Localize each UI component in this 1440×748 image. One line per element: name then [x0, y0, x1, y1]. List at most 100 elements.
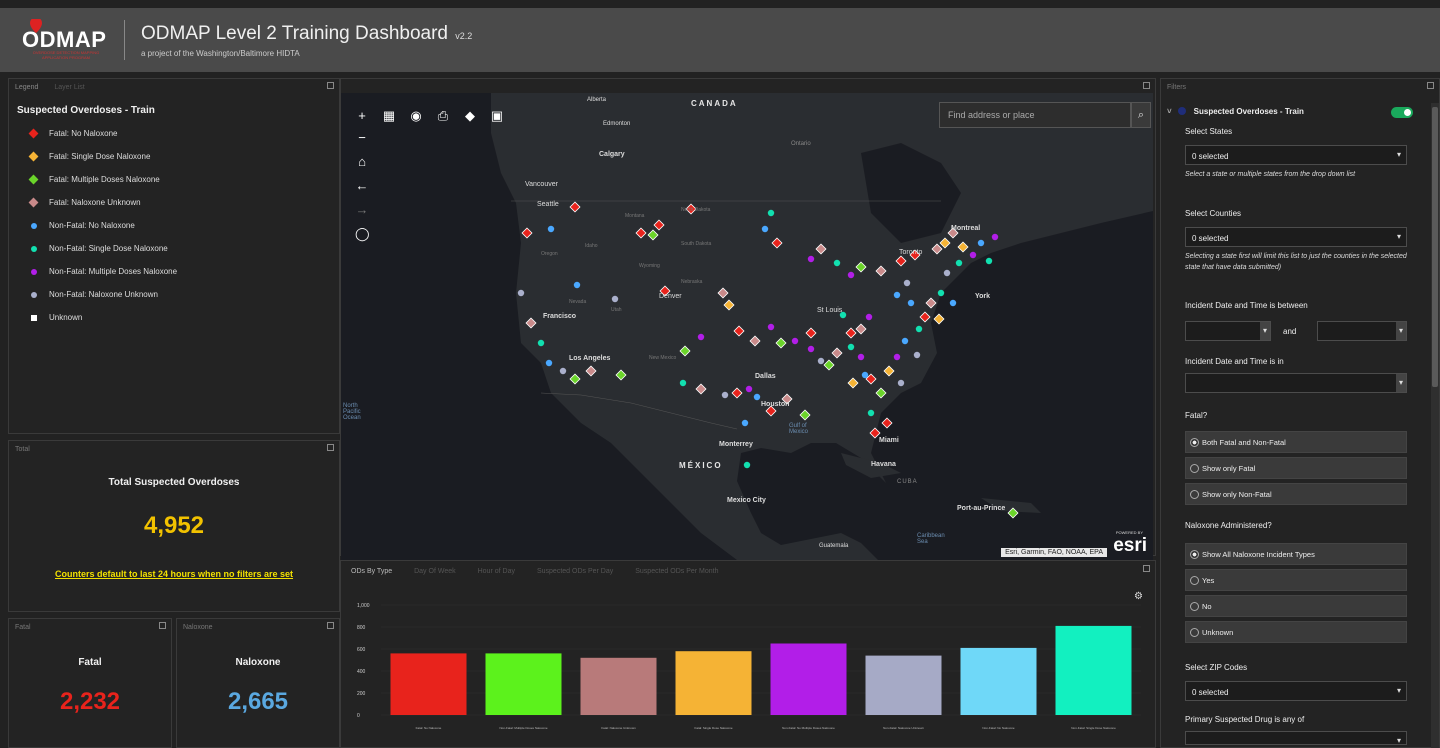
- fatal-option-nonfatal[interactable]: Show only Non-Fatal: [1185, 483, 1407, 505]
- incident-marker[interactable]: [895, 255, 907, 267]
- incident-marker[interactable]: [653, 219, 665, 231]
- incident-marker[interactable]: [749, 335, 761, 347]
- maximize-icon[interactable]: [327, 82, 334, 89]
- incident-marker[interactable]: [1007, 507, 1019, 519]
- incident-marker[interactable]: [815, 243, 827, 255]
- tab-ods-per-month[interactable]: Suspected ODs Per Month: [635, 568, 718, 575]
- chart-bar[interactable]: [865, 655, 942, 715]
- chart-bar[interactable]: [580, 657, 657, 715]
- fatal-option-both[interactable]: Both Fatal and Non-Fatal: [1185, 431, 1407, 453]
- incident-marker[interactable]: [717, 287, 729, 299]
- incident-marker[interactable]: [569, 373, 581, 385]
- incident-marker[interactable]: [635, 227, 647, 239]
- map-search-input[interactable]: Find address or place: [939, 102, 1131, 128]
- incident-marker[interactable]: [985, 257, 993, 265]
- basemap-gallery-icon[interactable]: ▦: [382, 109, 396, 123]
- chevron-down-icon[interactable]: ˅: [1167, 107, 1172, 116]
- tab-ods-per-day[interactable]: Suspected ODs Per Day: [537, 568, 613, 575]
- incident-marker[interactable]: [925, 297, 937, 309]
- incident-marker[interactable]: [855, 323, 867, 335]
- incident-marker[interactable]: [897, 379, 905, 387]
- incident-marker[interactable]: [855, 261, 867, 273]
- incident-marker[interactable]: [943, 269, 951, 277]
- chart-bar[interactable]: [390, 653, 467, 715]
- incident-marker[interactable]: [723, 299, 735, 311]
- incident-marker[interactable]: [569, 201, 581, 213]
- zoom-in-icon[interactable]: +: [355, 109, 369, 123]
- date-start-input[interactable]: [1185, 321, 1271, 341]
- incident-marker[interactable]: [977, 239, 985, 247]
- incident-marker[interactable]: [875, 265, 887, 277]
- maximize-icon[interactable]: [159, 622, 166, 629]
- incident-marker[interactable]: [847, 377, 859, 389]
- incident-marker[interactable]: [679, 345, 691, 357]
- tab-layer-list[interactable]: Layer List: [54, 84, 84, 91]
- incident-marker[interactable]: [833, 259, 841, 267]
- incident-marker[interactable]: [847, 343, 855, 351]
- incident-marker[interactable]: [875, 387, 887, 399]
- incident-marker[interactable]: [823, 359, 835, 371]
- incident-marker[interactable]: [771, 237, 783, 249]
- incident-marker[interactable]: [915, 325, 923, 333]
- share-icon[interactable]: ▣: [490, 109, 504, 123]
- zoom-out-icon[interactable]: −: [355, 131, 369, 145]
- incident-marker[interactable]: [881, 417, 893, 429]
- search-icon[interactable]: ⌕: [1131, 102, 1151, 128]
- date-in-dropdown[interactable]: [1185, 373, 1407, 393]
- incident-marker[interactable]: [861, 371, 869, 379]
- forward-arrow-icon[interactable]: →: [355, 203, 369, 217]
- incident-marker[interactable]: [525, 317, 537, 329]
- incident-marker[interactable]: [991, 233, 999, 241]
- incident-marker[interactable]: [585, 365, 597, 377]
- maximize-icon[interactable]: [1143, 565, 1150, 572]
- incident-marker[interactable]: [957, 241, 969, 253]
- tab-legend[interactable]: Legend: [15, 84, 38, 91]
- naloxone-option-no[interactable]: No: [1185, 595, 1407, 617]
- incident-marker[interactable]: [559, 367, 567, 375]
- chart-bar[interactable]: [960, 647, 1037, 715]
- naloxone-option-all[interactable]: Show All Naloxone Incident Types: [1185, 543, 1407, 565]
- incident-marker[interactable]: [615, 369, 627, 381]
- incident-marker[interactable]: [745, 385, 753, 393]
- print-icon[interactable]: ⎙: [436, 109, 450, 123]
- drug-dropdown[interactable]: [1185, 731, 1407, 745]
- counter-default-link[interactable]: Counters default to last 24 hours when n…: [39, 568, 309, 580]
- measure-icon[interactable]: ◆: [463, 109, 477, 123]
- incident-marker[interactable]: [611, 295, 619, 303]
- incident-marker[interactable]: [831, 347, 843, 359]
- maximize-icon[interactable]: [327, 622, 334, 629]
- incident-marker[interactable]: [817, 357, 825, 365]
- back-arrow-icon[interactable]: ←: [355, 179, 369, 193]
- incident-marker[interactable]: [865, 313, 873, 321]
- incident-marker[interactable]: [867, 409, 875, 417]
- incident-marker[interactable]: [845, 327, 857, 339]
- incident-marker[interactable]: [883, 365, 895, 377]
- incident-marker[interactable]: [521, 227, 533, 239]
- incident-marker[interactable]: [847, 271, 855, 279]
- incident-marker[interactable]: [767, 323, 775, 331]
- incident-marker[interactable]: [767, 209, 775, 217]
- incident-marker[interactable]: [679, 379, 687, 387]
- incident-marker[interactable]: [697, 333, 705, 341]
- incident-marker[interactable]: [903, 279, 911, 287]
- incident-marker[interactable]: [741, 419, 749, 427]
- locate-icon[interactable]: ◯: [355, 227, 370, 241]
- layer-icon[interactable]: ◉: [409, 109, 423, 123]
- tab-hour-of-day[interactable]: Hour of Day: [478, 568, 515, 575]
- incident-marker[interactable]: [731, 387, 743, 399]
- naloxone-option-yes[interactable]: Yes: [1185, 569, 1407, 591]
- incident-marker[interactable]: [901, 337, 909, 345]
- incident-marker[interactable]: [931, 243, 943, 255]
- incident-marker[interactable]: [799, 409, 811, 421]
- home-icon[interactable]: ⌂: [355, 155, 369, 169]
- incident-marker[interactable]: [893, 353, 901, 361]
- incident-marker[interactable]: [807, 345, 815, 353]
- incident-marker[interactable]: [721, 391, 729, 399]
- incident-marker[interactable]: [893, 291, 901, 299]
- maximize-icon[interactable]: [327, 444, 334, 451]
- incident-marker[interactable]: [807, 255, 815, 263]
- incident-marker[interactable]: [647, 229, 659, 241]
- incident-marker[interactable]: [969, 251, 977, 259]
- tab-ods-by-type[interactable]: ODs By Type: [351, 568, 392, 575]
- incident-marker[interactable]: [857, 353, 865, 361]
